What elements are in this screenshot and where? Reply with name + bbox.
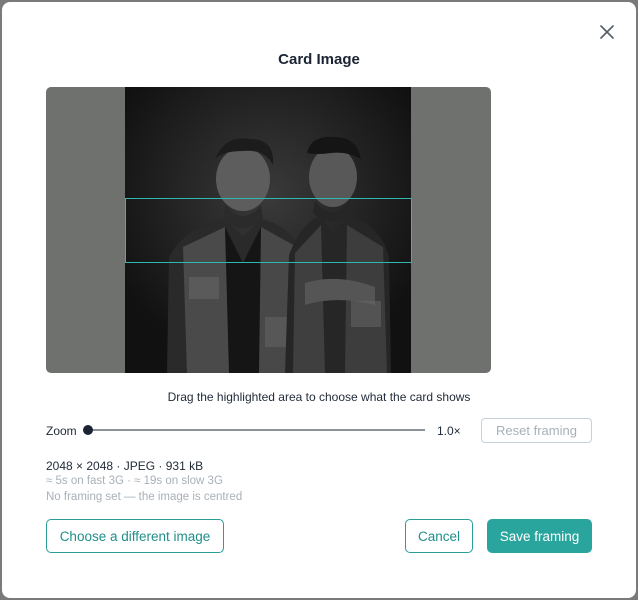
zoom-label: Zoom bbox=[46, 424, 77, 438]
zoom-slider-thumb[interactable] bbox=[83, 425, 93, 435]
zoom-slider-track[interactable] bbox=[87, 429, 425, 431]
card-image-dialog: Card Image Drag the highlighted area to … bbox=[2, 2, 636, 598]
crop-hint: Drag the highlighted area to choose what… bbox=[167, 390, 471, 404]
zoom-value: 1.0× bbox=[437, 424, 461, 438]
close-button[interactable] bbox=[596, 21, 618, 43]
framing-status: No framing set — the image is centred bbox=[46, 491, 243, 503]
cancel-button[interactable]: Cancel bbox=[405, 519, 473, 553]
crop-selection-box[interactable] bbox=[125, 198, 412, 263]
choose-different-image-button[interactable]: Choose a different image bbox=[46, 519, 224, 553]
image-crop-stage[interactable] bbox=[46, 87, 491, 373]
dialog-title: Card Image bbox=[278, 51, 360, 68]
load-estimate: ≈ 5s on fast 3G · ≈ 19s on slow 3G bbox=[46, 475, 223, 487]
reset-framing-button[interactable]: Reset framing bbox=[481, 418, 592, 443]
image-dimensions: 2048 × 2048 · JPEG · 931 kB bbox=[46, 459, 204, 473]
close-icon bbox=[600, 25, 614, 39]
save-framing-button[interactable]: Save framing bbox=[487, 519, 592, 553]
